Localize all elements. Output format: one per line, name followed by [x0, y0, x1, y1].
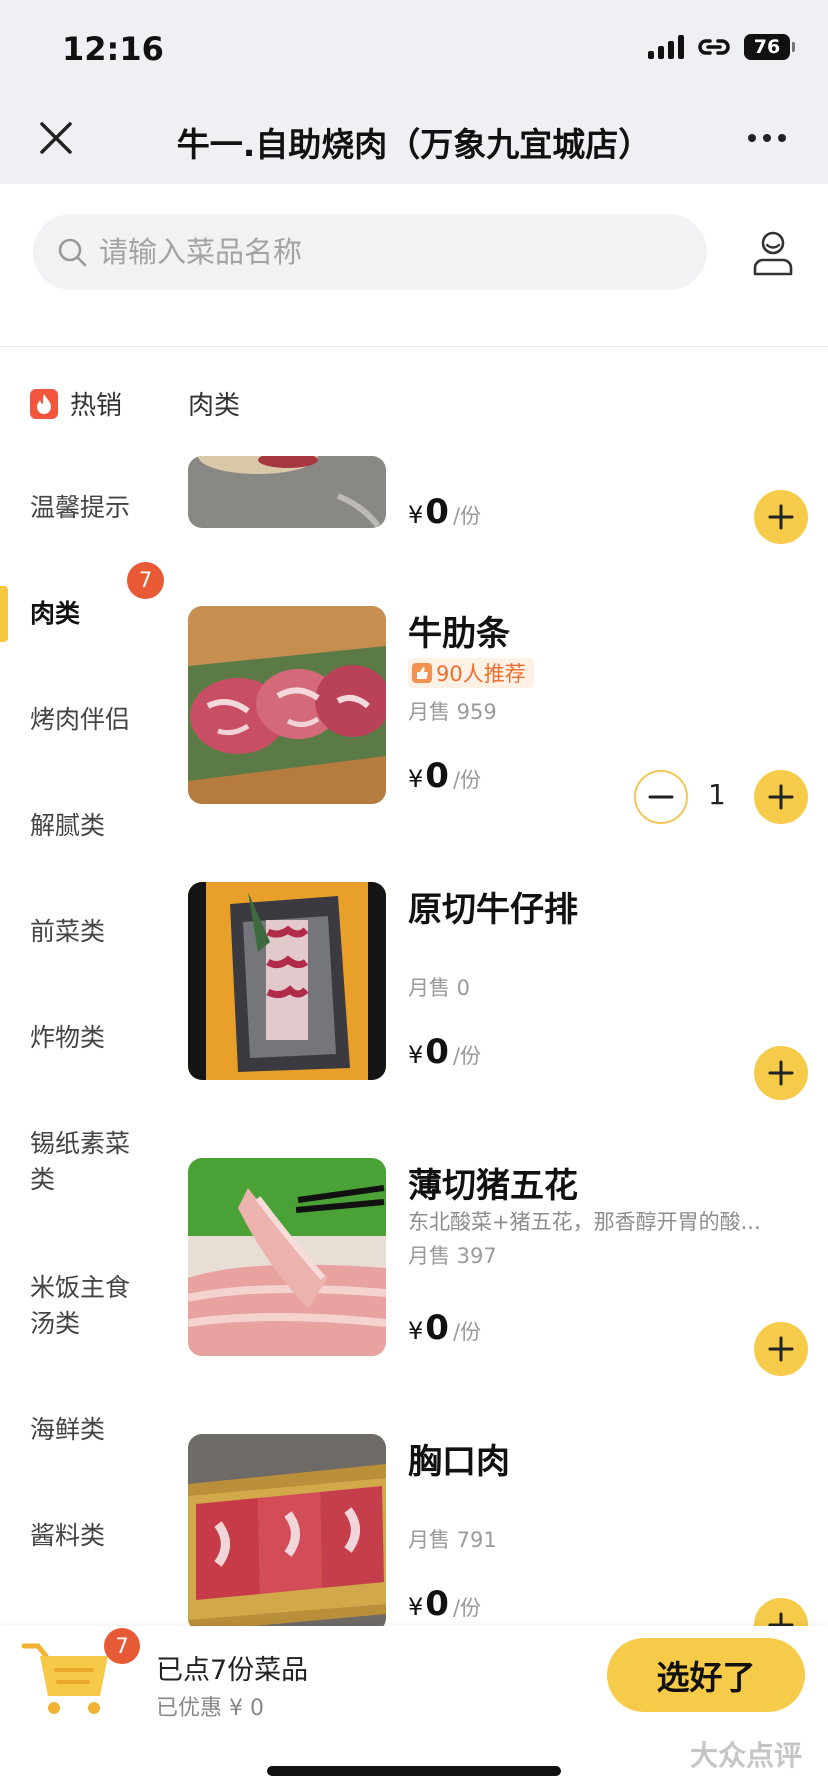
price-value: 0	[425, 492, 449, 532]
add-button[interactable]	[754, 490, 808, 544]
price-value: 0	[425, 1584, 449, 1624]
sidebar-item-refreshing[interactable]: 解腻类	[30, 808, 160, 844]
dish-price: ¥ 0 /份	[408, 756, 481, 796]
price-unit: /份	[452, 1320, 482, 1344]
plus-icon	[768, 504, 794, 530]
dish-item[interactable]: ¥ 0 /份	[188, 456, 808, 544]
add-button[interactable]	[754, 1322, 808, 1376]
checkout-button[interactable]: 选好了	[607, 1638, 805, 1712]
price-currency: ¥	[408, 765, 424, 793]
add-button[interactable]	[754, 770, 808, 824]
sidebar-item-sauces[interactable]: 酱料类	[30, 1518, 160, 1554]
page-title: 牛一.自助烧肉（万象九宜城店）	[176, 125, 652, 164]
top-bar: 12:16 76 牛一.自助烧肉（万象九宜城店）	[0, 0, 828, 184]
sidebar-item-foil-veg[interactable]: 锡纸素菜类	[30, 1126, 140, 1198]
dish-image	[188, 1434, 386, 1632]
plus-icon	[768, 784, 794, 810]
price-value: 0	[425, 756, 449, 796]
dish-item[interactable]: 原切牛仔排 月售 0 ¥ 0 /份	[188, 882, 808, 1100]
divider	[0, 346, 828, 347]
recommend-text: 90人推荐	[436, 662, 526, 686]
quantity-value: 1	[708, 778, 726, 811]
dish-item[interactable]: 牛肋条 90人推荐 月售 959 ¥ 0 /份 1	[188, 606, 808, 824]
dish-sales: 月售 397	[408, 1244, 497, 1268]
price-unit: /份	[452, 1044, 482, 1068]
dish-sales: 月售 791	[408, 1528, 497, 1552]
section-heading: 肉类	[188, 391, 241, 421]
battery-icon: 76	[744, 34, 795, 60]
minus-icon	[648, 795, 674, 799]
dish-name: 胸口肉	[408, 1442, 510, 1482]
plus-icon	[768, 1336, 794, 1362]
price-value: 0	[425, 1032, 449, 1072]
dish-description: 东北酸菜+猪五花，那香醇开胃的酸...	[408, 1210, 761, 1234]
user-icon[interactable]	[746, 226, 800, 280]
status-icons: 76	[648, 34, 795, 60]
price-unit: /份	[452, 504, 482, 528]
sidebar-item-bbq-companion[interactable]: 烤肉伴侣	[30, 702, 160, 738]
dish-sales: 月售 959	[408, 700, 497, 724]
dish-price: ¥ 0 /份	[408, 1584, 481, 1624]
thumbs-up-icon	[412, 663, 432, 683]
dish-item[interactable]: 薄切猪五花 东北酸菜+猪五花，那香醇开胃的酸... 月售 397 ¥ 0 /份	[188, 1158, 808, 1376]
cart-discount: 已优惠 ¥ 0	[156, 1696, 264, 1721]
price-currency: ¥	[408, 1593, 424, 1621]
cart-icon[interactable]	[20, 1638, 112, 1718]
flame-icon	[30, 388, 58, 419]
active-indicator	[0, 586, 8, 642]
price-currency: ¥	[408, 1317, 424, 1345]
price-unit: /份	[452, 1596, 482, 1620]
watermark: 大众点评	[689, 1739, 802, 1772]
sidebar-item-seafood[interactable]: 海鲜类	[30, 1412, 160, 1448]
dish-price: ¥ 0 /份	[408, 492, 481, 532]
hot-category[interactable]: 热销	[30, 385, 122, 422]
sidebar-badge: 7	[127, 562, 164, 599]
sidebar-item-tips[interactable]: 温馨提示	[30, 490, 160, 526]
price-currency: ¥	[408, 1041, 424, 1069]
close-icon[interactable]	[36, 118, 76, 158]
dish-name: 牛肋条	[408, 614, 510, 654]
search-icon	[58, 238, 87, 267]
search-bar[interactable]	[33, 214, 707, 290]
recommend-tag: 90人推荐	[408, 658, 534, 688]
price-currency: ¥	[408, 501, 424, 529]
dish-name: 薄切猪五花	[408, 1166, 578, 1206]
home-indicator[interactable]	[267, 1766, 561, 1776]
dish-price: ¥ 0 /份	[408, 1032, 481, 1072]
add-button[interactable]	[754, 1046, 808, 1100]
dish-image	[188, 456, 386, 528]
dish-name: 原切牛仔排	[408, 890, 578, 930]
dish-sales: 月售 0	[408, 976, 471, 1000]
link-icon	[698, 39, 730, 55]
more-icon[interactable]	[748, 126, 792, 150]
hot-category-label: 热销	[70, 391, 123, 421]
status-time: 12:16	[62, 30, 164, 68]
sidebar-item-fried[interactable]: 炸物类	[30, 1020, 160, 1056]
price-unit: /份	[452, 768, 482, 792]
decrease-button[interactable]	[634, 770, 688, 824]
dish-image	[188, 1158, 386, 1356]
sidebar-item-rice-soup[interactable]: 米饭主食汤类	[30, 1270, 140, 1342]
dish-image	[188, 882, 386, 1080]
dish-image	[188, 606, 386, 804]
dish-price: ¥ 0 /份	[408, 1308, 481, 1348]
dish-item[interactable]: 胸口肉 月售 791 ¥ 0 /份	[188, 1434, 808, 1652]
plus-icon	[768, 1060, 794, 1086]
sidebar-item-meat[interactable]: 肉类	[30, 596, 160, 632]
search-input[interactable]	[99, 235, 659, 269]
cart-bar: 7 已点7份菜品 已优惠 ¥ 0 选好了 大众点评	[0, 1626, 828, 1792]
sidebar-item-appetizers[interactable]: 前菜类	[30, 914, 160, 950]
price-value: 0	[425, 1308, 449, 1348]
signal-icon	[648, 35, 684, 59]
cart-badge: 7	[104, 1628, 140, 1664]
cart-count: 已点7份菜品	[156, 1655, 309, 1686]
